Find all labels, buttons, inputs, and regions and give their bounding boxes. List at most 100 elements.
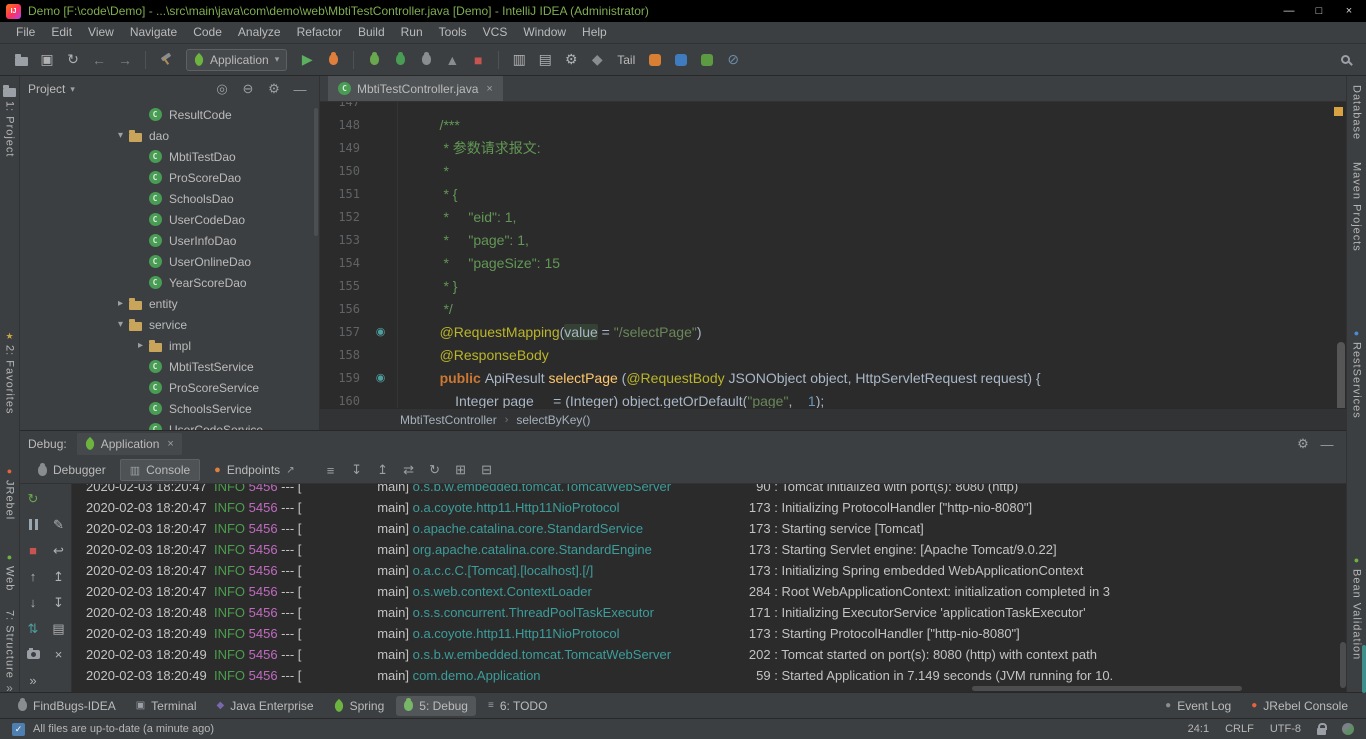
step-up-icon[interactable]: ↑: [22, 565, 45, 588]
project-scrollbar[interactable]: [314, 108, 318, 236]
soft-wrap-icon[interactable]: ↩: [47, 539, 70, 562]
menu-item-analyze[interactable]: Analyze: [230, 22, 289, 43]
code-editor[interactable]: 147148 /***149 * 参数请求报文:150 *151 * {152 …: [320, 102, 1346, 408]
console-horizontal-scrollbar[interactable]: [972, 686, 1242, 691]
print-console-icon[interactable]: ▤: [47, 617, 70, 640]
disable-plugin-icon[interactable]: ⊘: [721, 48, 745, 72]
scroll-top-icon[interactable]: ↥: [47, 565, 70, 588]
swap-panels-icon[interactable]: ⇄: [397, 459, 421, 481]
console-vertical-scrollbar[interactable]: [1340, 642, 1346, 688]
menu-item-navigate[interactable]: Navigate: [122, 22, 185, 43]
debug-tab-endpoints[interactable]: ●Endpoints↗: [204, 459, 304, 481]
menu-item-vcs[interactable]: VCS: [475, 22, 516, 43]
stop-icon[interactable]: ■: [466, 48, 490, 72]
debug-icon[interactable]: [388, 48, 412, 72]
tree-item-usercodeservice[interactable]: CUserCodeService: [20, 419, 319, 430]
menu-item-file[interactable]: File: [8, 22, 43, 43]
tree-item-schoolsdao[interactable]: CSchoolsDao: [20, 188, 319, 209]
debug-tab-console[interactable]: ▥Console: [120, 459, 200, 481]
minimize-button[interactable]: —: [1274, 0, 1304, 22]
tree-arrow-icon[interactable]: ▸: [134, 340, 147, 351]
menu-item-view[interactable]: View: [80, 22, 122, 43]
menu-item-tools[interactable]: Tools: [431, 22, 475, 43]
thread-dump-icon[interactable]: [22, 643, 45, 666]
toolwindow-button-terminal[interactable]: ▣Terminal: [128, 696, 205, 716]
pause-program-icon[interactable]: [22, 513, 45, 536]
run-with-coverage-icon[interactable]: [414, 48, 438, 72]
view-options-icon[interactable]: ≡: [319, 459, 343, 481]
toolwindow-button-5-debug[interactable]: 5: Debug: [396, 696, 476, 716]
endpoint-gutter-icon[interactable]: ◉: [376, 371, 386, 384]
hide-panel-icon[interactable]: —: [289, 78, 311, 100]
tool-stripe-web[interactable]: ●Web: [0, 549, 19, 594]
tool-stripe-7-structure[interactable]: 7: Structure: [0, 607, 19, 682]
project-panel-title[interactable]: Project: [28, 82, 65, 96]
tree-item-usercodedao[interactable]: CUserCodeDao: [20, 209, 319, 230]
tree-arrow-icon[interactable]: ▾: [114, 319, 127, 330]
tree-item-yearscoredao[interactable]: CYearScoreDao: [20, 272, 319, 293]
highlighting-level-icon[interactable]: [1342, 723, 1354, 735]
tool-stripe-maven-projects[interactable]: Maven Projects: [1347, 159, 1366, 255]
synchronize-icon[interactable]: ↻: [61, 48, 85, 72]
stop-icon[interactable]: ■: [22, 539, 45, 562]
analyze-stacktrace-icon[interactable]: [643, 48, 667, 72]
scroll-to-end-icon[interactable]: ↧: [345, 459, 369, 481]
editor-scrollbar[interactable]: [1337, 342, 1345, 408]
clear-all-icon[interactable]: ×: [47, 643, 70, 666]
editor-tab[interactable]: C MbtiTestController.java ×: [328, 76, 503, 101]
menu-item-edit[interactable]: Edit: [43, 22, 80, 43]
run-configuration-select[interactable]: Application▾: [186, 49, 287, 71]
menu-item-window[interactable]: Window: [515, 22, 574, 43]
scroll-to-top-icon[interactable]: ↥: [371, 459, 395, 481]
tools-icon[interactable]: ⚙: [559, 48, 583, 72]
tree-item-entity[interactable]: ▸entity: [20, 293, 319, 314]
build-project-icon[interactable]: [154, 48, 178, 72]
forward-icon[interactable]: →: [113, 48, 137, 72]
file-encoding[interactable]: UTF-8: [1270, 723, 1301, 735]
edit-configuration-icon[interactable]: ✎: [47, 513, 70, 536]
rerun-application-icon[interactable]: ↻: [22, 487, 45, 510]
debug-session-tab[interactable]: Application ×: [77, 433, 182, 455]
profiler-icon[interactable]: ▲: [440, 48, 464, 72]
close-session-icon[interactable]: ×: [167, 438, 173, 450]
float-mode-icon[interactable]: ⊟: [475, 459, 499, 481]
more-actions-icon[interactable]: »: [22, 669, 45, 692]
caret-position[interactable]: 24:1: [1188, 723, 1209, 735]
panel-settings-icon[interactable]: ⚙: [263, 78, 285, 100]
menu-item-run[interactable]: Run: [393, 22, 431, 43]
tree-item-userinfodao[interactable]: CUserInfoDao: [20, 230, 319, 251]
run-with-jrebel-icon[interactable]: [321, 48, 345, 72]
minimize-panel-icon[interactable]: —: [1316, 433, 1338, 455]
tree-item-mbtitestdao[interactable]: CMbtiTestDao: [20, 146, 319, 167]
line-separator[interactable]: CRLF: [1225, 723, 1254, 735]
step-down-icon[interactable]: ↓: [22, 591, 45, 614]
menu-item-help[interactable]: Help: [574, 22, 615, 43]
lock-icon[interactable]: [1317, 723, 1326, 735]
tree-item-proscoreservice[interactable]: CProScoreService: [20, 377, 319, 398]
tool-stripe-2-favorites[interactable]: ★2: Favorites: [0, 328, 19, 417]
close-tab-icon[interactable]: ×: [486, 83, 492, 95]
menu-item-code[interactable]: Code: [185, 22, 230, 43]
tree-item-service[interactable]: ▾service: [20, 314, 319, 335]
toolwindow-button-jrebel-console[interactable]: ●JRebel Console: [1243, 696, 1356, 716]
toolwindow-button-java-enterprise[interactable]: ◆Java Enterprise: [209, 696, 322, 716]
search-everywhere-icon[interactable]: [1333, 48, 1357, 72]
toolwindow-button-event-log[interactable]: ●Event Log: [1157, 696, 1239, 716]
close-button[interactable]: ×: [1334, 0, 1364, 22]
breadcrumb-item[interactable]: selectByKey(): [516, 413, 590, 427]
open-icon[interactable]: [9, 48, 33, 72]
endpoint-gutter-icon[interactable]: ◉: [376, 325, 386, 338]
run-icon[interactable]: ▶: [295, 48, 319, 72]
tree-item-dao[interactable]: ▾dao: [20, 125, 319, 146]
tree-arrow-icon[interactable]: ▸: [114, 298, 127, 309]
tree-item-resultcode[interactable]: CResultCode: [20, 104, 319, 125]
tree-arrow-icon[interactable]: ▾: [114, 130, 127, 141]
paste-icon[interactable]: ▤: [533, 48, 557, 72]
save-all-icon[interactable]: ▣: [35, 48, 59, 72]
toolwindow-button-6-todo[interactable]: ≡6: TODO: [480, 696, 555, 716]
debug-tab-debugger[interactable]: Debugger: [28, 459, 116, 481]
tool-stripe-restservices[interactable]: ●RestServices: [1347, 325, 1366, 422]
copy-icon[interactable]: ▥: [507, 48, 531, 72]
plugins-icon[interactable]: ◆: [585, 48, 609, 72]
breadcrumb-item[interactable]: MbtiTestController: [400, 413, 497, 427]
